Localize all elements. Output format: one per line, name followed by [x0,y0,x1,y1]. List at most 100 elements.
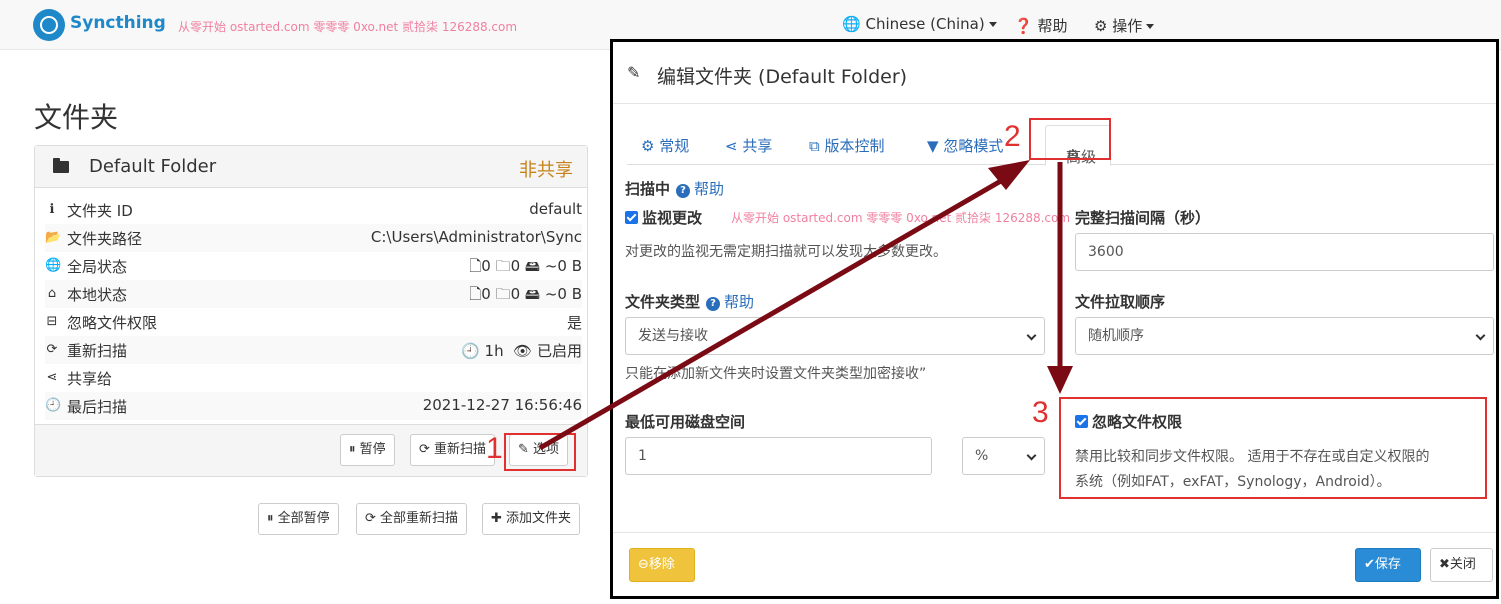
min-disk-value: 1 [638,448,647,464]
watch-changes-checkbox[interactable]: 监视更改 [625,207,702,228]
language-label: Chinese (China) [865,15,985,33]
row-label: 最后扫描 [67,398,128,416]
chevron-down-icon [1026,330,1037,341]
scanning-help-link[interactable]: 帮助 [694,180,724,198]
rescan-interval: 1h [484,342,504,360]
row-value: 🕘 1h 👁 已启用 [461,340,582,361]
folder-panel: Default Folder 非共享 ℹ 文件夹 ID default 📂 文件… [34,145,588,477]
min-disk-unit-select[interactable]: % [962,437,1045,475]
tab-sharing-label: 共享 [742,137,773,155]
pull-order-value: 随机顺序 [1088,328,1144,344]
minus-square-icon: ⊟ [46,314,58,329]
actions-menu[interactable]: ⚙ 操作 [1094,15,1155,36]
folder-icon [53,158,69,173]
pull-order-select[interactable]: 随机顺序 [1075,317,1494,355]
pause-icon: ⏸ [349,442,356,457]
caret-down-icon [988,22,997,27]
row-label: 忽略文件权限 [67,314,158,332]
folder-type-select[interactable]: 发送与接收 [625,317,1045,355]
close-icon: ✖ [1439,557,1450,572]
folder-panel-heading[interactable]: Default Folder 非共享 [35,146,587,188]
info-row-last-scan: 🕘 最后扫描 2021-12-27 16:56:46 [45,392,582,420]
tab-versioning-label: 版本控制 [824,137,885,155]
filter-icon: ▼ [927,137,939,155]
scanning-label: 扫描中 [625,180,671,198]
folder-type-value: 发送与接收 [638,328,708,344]
add-folder-button[interactable]: ✚ 添加文件夹 [482,503,581,535]
row-value: 🗋0 🗀0 🖴 ~0 B [469,257,582,275]
actions-label: 操作 [1112,17,1143,35]
row-value: C:\Users\Administrator\Sync [370,228,582,246]
remove-button[interactable]: ⊖移除 [629,548,695,582]
modal-footer: ⊖移除 ✔保存 ✖关闭 [613,532,1496,599]
globe-icon: 🌐 [842,15,861,33]
tab-sharing[interactable]: ⋖ 共享 [725,135,772,156]
share-icon: ⋖ [725,137,738,155]
row-label: 共享给 [67,370,113,388]
tab-versioning[interactable]: ⧉ 版本控制 [809,135,885,156]
watch-label: 监视更改 [642,209,703,227]
language-menu[interactable]: 🌐 Chinese (China) [842,15,997,33]
info-row-rescan: ⟳ 重新扫描 🕘 1h 👁 已启用 [45,336,582,364]
row-label: 文件夹路径 [67,230,143,248]
full-rescan-value: 3600 [1088,244,1124,260]
gear-icon: ⚙ [1094,17,1108,35]
home-icon: ⌂ [47,286,57,301]
rescan-button[interactable]: ⟳ 重新扫描 [410,434,496,466]
info-row-local-state: ⌂ 本地状态 🗋0 🗀0 🖴 ~0 B [45,280,582,308]
gear-icon: ⚙ [641,137,655,155]
row-value: 🗋0 🗀0 🖴 ~0 B [469,285,582,303]
rescan-all-label: 全部重新扫描 [380,511,459,526]
pause-all-button[interactable]: ⏸ 全部暂停 [258,503,339,535]
folder-open-icon: 📂 [45,230,62,245]
help-label: 帮助 [1037,17,1068,35]
minus-circle-icon: ⊖ [638,557,649,572]
annotation-number-3: 3 [1032,396,1049,429]
check-icon: ✔ [1364,557,1375,572]
refresh-icon: ⟳ [46,342,58,357]
highlight-box-ignore-permissions [1059,397,1487,499]
folder-type-label: 文件夹类型 [625,293,701,311]
full-rescan-label: 完整扫描间隔（秒） [1075,209,1211,227]
info-row-shared-with: ⋖ 共享给 [45,364,582,392]
folder-type-help-link[interactable]: 帮助 [724,293,754,311]
refresh-icon: ⟳ [365,511,376,526]
info-row-global-state: 🌐 全局状态 🗋0 🗀0 🖴 ~0 B [45,252,582,280]
folder-type-heading: 文件夹类型? 帮助 [625,291,754,312]
rescan-all-button[interactable]: ⟳ 全部重新扫描 [356,503,468,535]
row-value: default [529,200,582,218]
row-value: 是 [566,314,582,332]
row-value: 2021-12-27 16:56:46 [422,396,582,414]
tab-ignore-patterns[interactable]: ▼ 忽略模式 [927,135,1003,156]
watermark-text: 从零开始 ostarted.com 零零零 0xo.net 贰拾柒 126288… [178,20,518,34]
brand-name[interactable]: Syncthing [70,13,166,33]
globe-icon: 🌐 [45,258,62,273]
row-label: 本地状态 [67,286,128,304]
help-menu[interactable]: ❓ 帮助 [1014,15,1067,36]
save-button[interactable]: ✔保存 [1355,548,1421,582]
full-rescan-input[interactable]: 3600 [1075,233,1494,271]
highlight-box-advanced-tab [1029,118,1111,160]
modal-header: ✎ 编辑文件夹 (Default Folder) [613,42,1496,104]
caret-down-icon [1146,24,1155,29]
info-row-folder-path: 📂 文件夹路径 C:\Users\Administrator\Sync [45,224,582,252]
syncthing-logo-icon[interactable] [33,9,65,41]
refresh-icon: ⟳ [419,442,430,457]
tab-general[interactable]: ⚙ 常规 [641,135,689,156]
rescan-label: 重新扫描 [434,442,487,457]
info-row-ignore-permissions: ⊟ 忽略文件权限 是 [45,308,582,336]
close-button[interactable]: ✖关闭 [1430,548,1493,582]
watermark-text: 从零开始 ostarted.com 零零零 0xo.net 贰拾柒 126288… [731,211,1071,225]
pause-button[interactable]: ⏸ 暂停 [340,434,395,466]
min-disk-label: 最低可用磁盘空间 [625,413,746,431]
min-disk-input[interactable]: 1 [625,437,932,475]
annotation-number-2: 2 [1004,120,1021,153]
question-circle-icon: ? [676,184,691,198]
highlight-box-options [504,433,576,471]
folder-type-note: 只能在添加新文件夹时设置文件夹类型加密接收” [625,366,927,382]
annotation-number-1: 1 [486,432,503,465]
info-icon: ℹ [49,202,55,217]
question-circle-icon: ? [706,297,721,311]
watch-enabled: 已启用 [536,342,582,360]
scanning-heading: 扫描中? 帮助 [625,178,724,199]
